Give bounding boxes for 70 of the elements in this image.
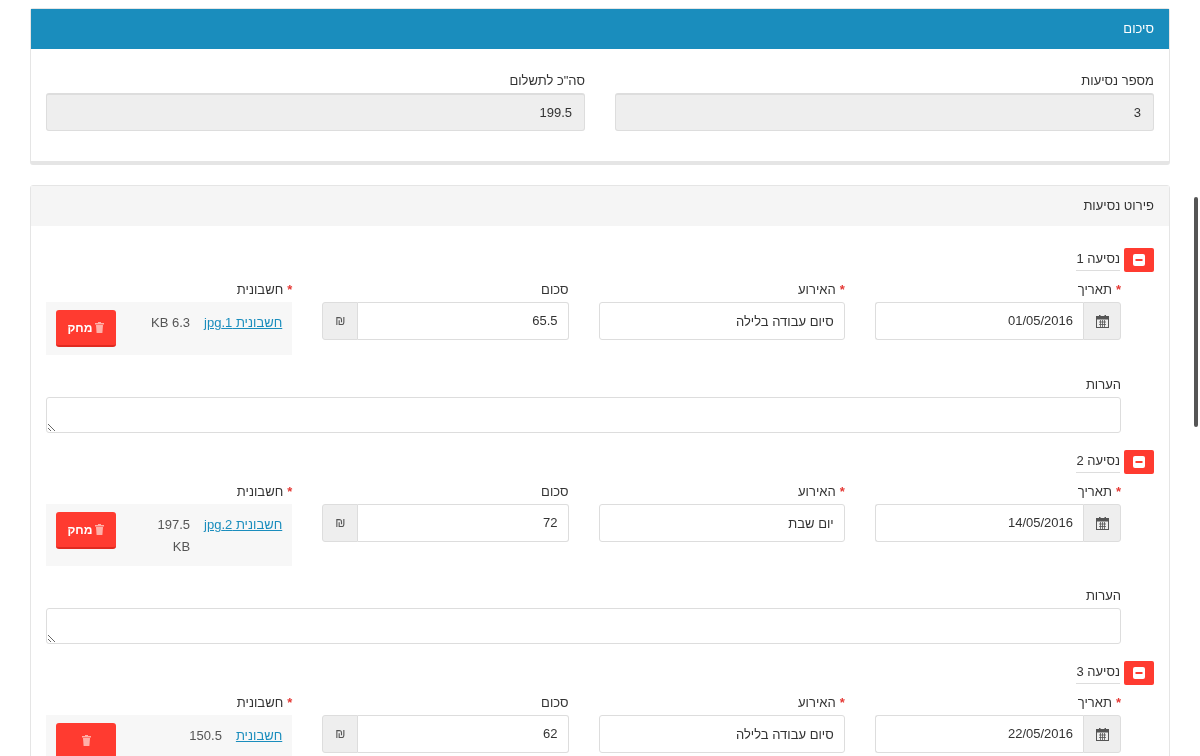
field-label: סכום (541, 694, 569, 713)
currency-addon: ₪ (322, 504, 359, 542)
field-label: מספר נסיעות (1081, 72, 1154, 91)
field-label: סה"כ לתשלום (509, 72, 585, 91)
amount-field[interactable]: 72 (358, 504, 569, 542)
calendar-addon[interactable] (1083, 715, 1121, 753)
calendar-icon (1095, 516, 1109, 530)
required-asterisk: * (839, 694, 845, 713)
readonly-field: 199.5 (46, 93, 585, 131)
date-field[interactable]: 14/05/2016 (874, 504, 1083, 542)
required-asterisk: * (839, 281, 845, 300)
field-label: חשבונית (236, 694, 284, 713)
field-label: האירוע (798, 483, 836, 502)
field-label: האירוע (798, 694, 836, 713)
event-field[interactable]: יום שבת (598, 504, 845, 542)
collapse-button[interactable] (1124, 661, 1154, 685)
required-asterisk: * (287, 281, 293, 300)
amount-field[interactable]: 62 (358, 715, 569, 753)
trip-title: נסיעה 1 (1076, 249, 1120, 271)
field-label: הערות (1085, 376, 1121, 395)
currency-addon: ₪ (322, 302, 359, 340)
minus-icon (1133, 254, 1145, 266)
delete-button[interactable]: מחק (56, 512, 116, 549)
date-field[interactable]: 01/05/2016 (874, 302, 1083, 340)
field-label: חשבונית (236, 483, 284, 502)
collapse-button[interactable] (1124, 248, 1154, 272)
file-size: 150.5 (189, 727, 222, 745)
field-label: תאריך (1077, 483, 1112, 502)
required-asterisk: * (1115, 483, 1121, 502)
field-label: תאריך (1077, 694, 1112, 713)
panel-title: פירוט נסיעות (1083, 197, 1154, 216)
calendar-addon[interactable] (1083, 302, 1121, 340)
minus-icon (1133, 667, 1145, 679)
required-asterisk: * (839, 483, 845, 502)
trash-icon (81, 735, 91, 746)
file-link[interactable]: חשבונית 2.jpg (204, 514, 283, 536)
required-asterisk: * (1115, 694, 1121, 713)
readonly-field: 3 (615, 93, 1154, 131)
collapse-button[interactable] (1124, 450, 1154, 474)
required-asterisk: * (287, 694, 293, 713)
event-field[interactable]: סיום עבודה בלילה (598, 715, 845, 753)
notes-field[interactable] (46, 397, 1121, 433)
required-asterisk: * (287, 483, 293, 502)
field-label: חשבונית (236, 281, 284, 300)
amount-field[interactable]: 65.5 (358, 302, 569, 340)
file-size: 6.3 KB (151, 314, 191, 332)
panel-title: סיכום (1123, 20, 1154, 39)
file-link[interactable]: חשבונית (235, 725, 283, 747)
file-size: 197.5 KB (156, 516, 191, 556)
date-field[interactable]: 22/05/2016 (874, 715, 1083, 753)
trip-title: נסיעה 2 (1076, 451, 1120, 473)
field-label: הערות (1085, 587, 1121, 606)
trash-icon (95, 322, 105, 333)
field-label: תאריך (1077, 281, 1112, 300)
trash-icon (95, 524, 105, 535)
currency-addon: ₪ (322, 715, 359, 753)
minus-icon (1133, 456, 1145, 468)
delete-button[interactable]: מחק (56, 310, 116, 347)
calendar-addon[interactable] (1083, 504, 1121, 542)
trip-title: נסיעה 3 (1076, 662, 1120, 684)
event-field[interactable]: סיום עבודה בלילה (598, 302, 845, 340)
delete-button[interactable] (56, 723, 116, 756)
file-link[interactable]: חשבונית 1.jpg (204, 312, 283, 334)
field-label: סכום (541, 281, 569, 300)
calendar-icon (1095, 727, 1109, 741)
field-label: סכום (541, 483, 569, 502)
required-asterisk: * (1115, 281, 1121, 300)
calendar-icon (1095, 314, 1109, 328)
notes-field[interactable] (46, 608, 1121, 644)
field-label: האירוע (798, 281, 836, 300)
